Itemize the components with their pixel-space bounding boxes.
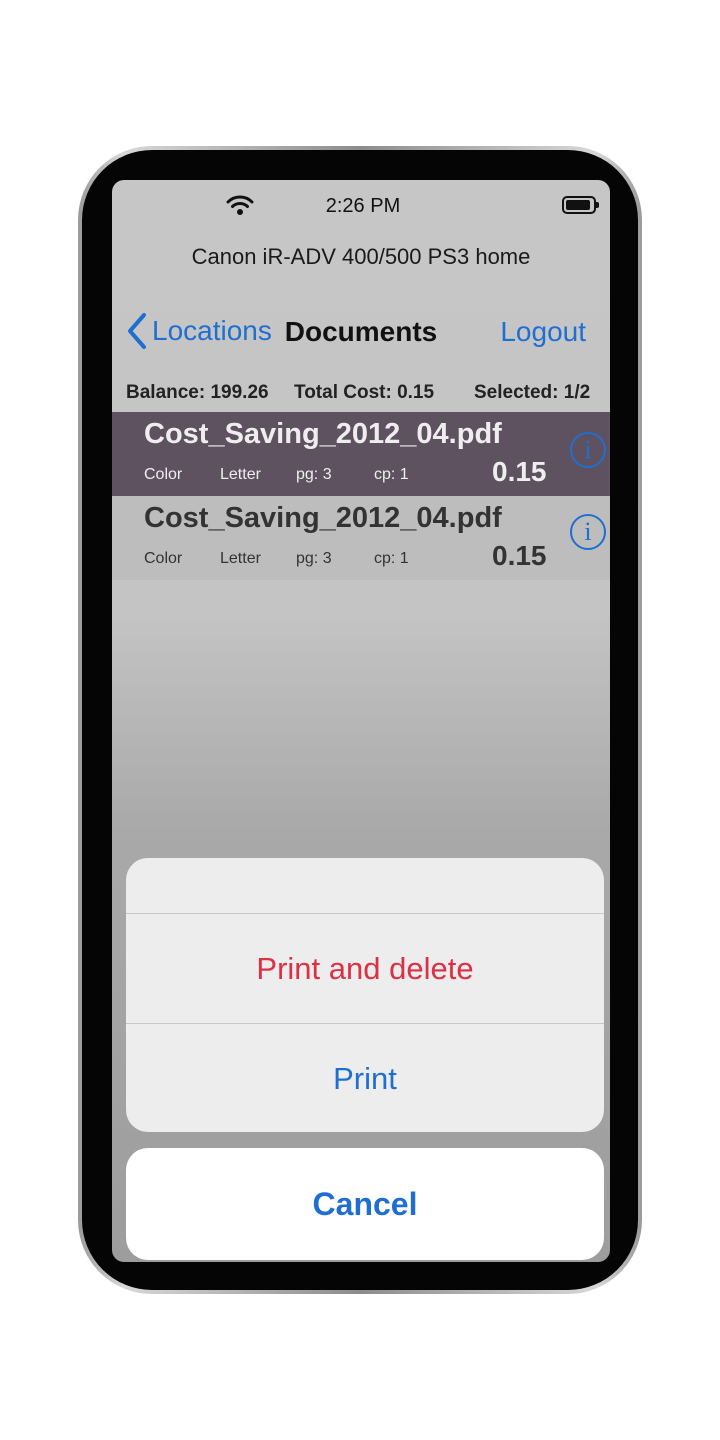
nav-bar: Locations Documents Logout bbox=[112, 304, 610, 360]
action-sheet-header bbox=[126, 858, 604, 914]
document-row[interactable]: Cost_Saving_2012_04.pdf Color Letter pg:… bbox=[112, 412, 610, 496]
document-pages: pg: 3 bbox=[296, 550, 332, 567]
print-and-delete-button[interactable]: Print and delete bbox=[126, 914, 604, 1024]
document-color: Color bbox=[144, 466, 183, 483]
document-name: Cost_Saving_2012_04.pdf bbox=[144, 418, 502, 450]
action-sheet: Print and delete Print bbox=[126, 858, 604, 1132]
status-bar: 2:26 PM bbox=[112, 180, 610, 232]
cancel-button[interactable]: Cancel bbox=[126, 1148, 604, 1260]
balance-label: Balance: 199.26 bbox=[126, 382, 269, 403]
summary-row: Balance: 199.26 Total Cost: 0.15 Selecte… bbox=[112, 378, 610, 408]
logout-button[interactable]: Logout bbox=[500, 316, 586, 348]
document-cost: 0.15 bbox=[492, 540, 547, 571]
print-button[interactable]: Print bbox=[126, 1024, 604, 1132]
total-cost-label: Total Cost: 0.15 bbox=[294, 382, 435, 403]
info-icon[interactable]: i bbox=[570, 514, 606, 550]
document-name: Cost_Saving_2012_04.pdf bbox=[144, 502, 502, 534]
document-copies: cp: 1 bbox=[374, 466, 409, 483]
document-color: Color bbox=[144, 550, 183, 567]
selected-count-label: Selected: 1/2 bbox=[474, 382, 591, 403]
document-paper: Letter bbox=[220, 550, 261, 567]
app-screen: 2:26 PM Canon iR-ADV 400/500 PS3 home Lo… bbox=[112, 180, 610, 1262]
phone-body: 2:26 PM Canon iR-ADV 400/500 PS3 home Lo… bbox=[82, 150, 638, 1290]
status-time: 2:26 PM bbox=[325, 195, 401, 217]
document-pages: pg: 3 bbox=[296, 466, 332, 483]
printer-name: Canon iR-ADV 400/500 PS3 home bbox=[191, 244, 531, 269]
document-paper: Letter bbox=[220, 466, 261, 483]
document-row[interactable]: Cost_Saving_2012_04.pdf Color Letter pg:… bbox=[112, 496, 610, 580]
battery-icon bbox=[562, 196, 599, 214]
document-cost: 0.15 bbox=[492, 456, 547, 487]
info-icon[interactable]: i bbox=[570, 432, 606, 468]
phone-frame: 2:26 PM Canon iR-ADV 400/500 PS3 home Lo… bbox=[78, 146, 642, 1294]
document-copies: cp: 1 bbox=[374, 550, 409, 567]
